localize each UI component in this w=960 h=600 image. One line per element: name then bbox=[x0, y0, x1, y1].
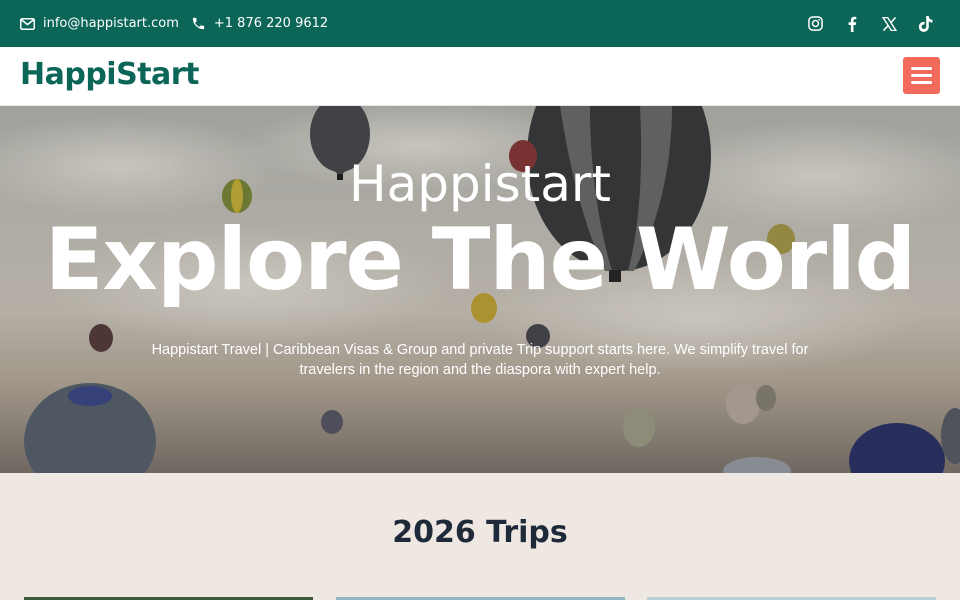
phone-text: +1 876 220 9612 bbox=[213, 16, 329, 31]
email-link[interactable]: info@happistart.com bbox=[20, 16, 179, 31]
hero-subtitle: Happistart bbox=[348, 155, 612, 213]
top-contact-bar: info@happistart.com +1 876 220 9612 bbox=[0, 0, 960, 47]
hamburger-icon bbox=[911, 67, 932, 70]
hamburger-icon-bar bbox=[911, 81, 932, 84]
trips-section: 2026 Trips bbox=[0, 473, 960, 600]
envelope-icon bbox=[20, 17, 35, 30]
hamburger-icon-bar bbox=[911, 74, 932, 77]
hero-title: Explore The World bbox=[44, 210, 917, 310]
phone-icon bbox=[192, 17, 205, 30]
hero-description: Happistart Travel | Caribbean Visas & Gr… bbox=[151, 342, 809, 378]
hero-banner: Happistart Explore The World Happistart … bbox=[0, 106, 960, 473]
site-logo[interactable]: HappiStart bbox=[20, 57, 199, 93]
instagram-icon[interactable] bbox=[807, 16, 823, 32]
tiktok-icon[interactable] bbox=[918, 15, 934, 32]
social-links bbox=[786, 0, 934, 47]
menu-button[interactable] bbox=[903, 57, 940, 94]
trips-heading: 2026 Trips bbox=[392, 515, 568, 550]
site-header: HappiStart bbox=[0, 47, 960, 106]
x-icon[interactable] bbox=[881, 16, 897, 32]
email-text: info@happistart.com bbox=[43, 16, 179, 31]
phone-link[interactable]: +1 876 220 9612 bbox=[191, 16, 328, 31]
facebook-icon[interactable] bbox=[844, 16, 860, 32]
contact-info: info@happistart.com +1 876 220 9612 bbox=[20, 0, 340, 47]
